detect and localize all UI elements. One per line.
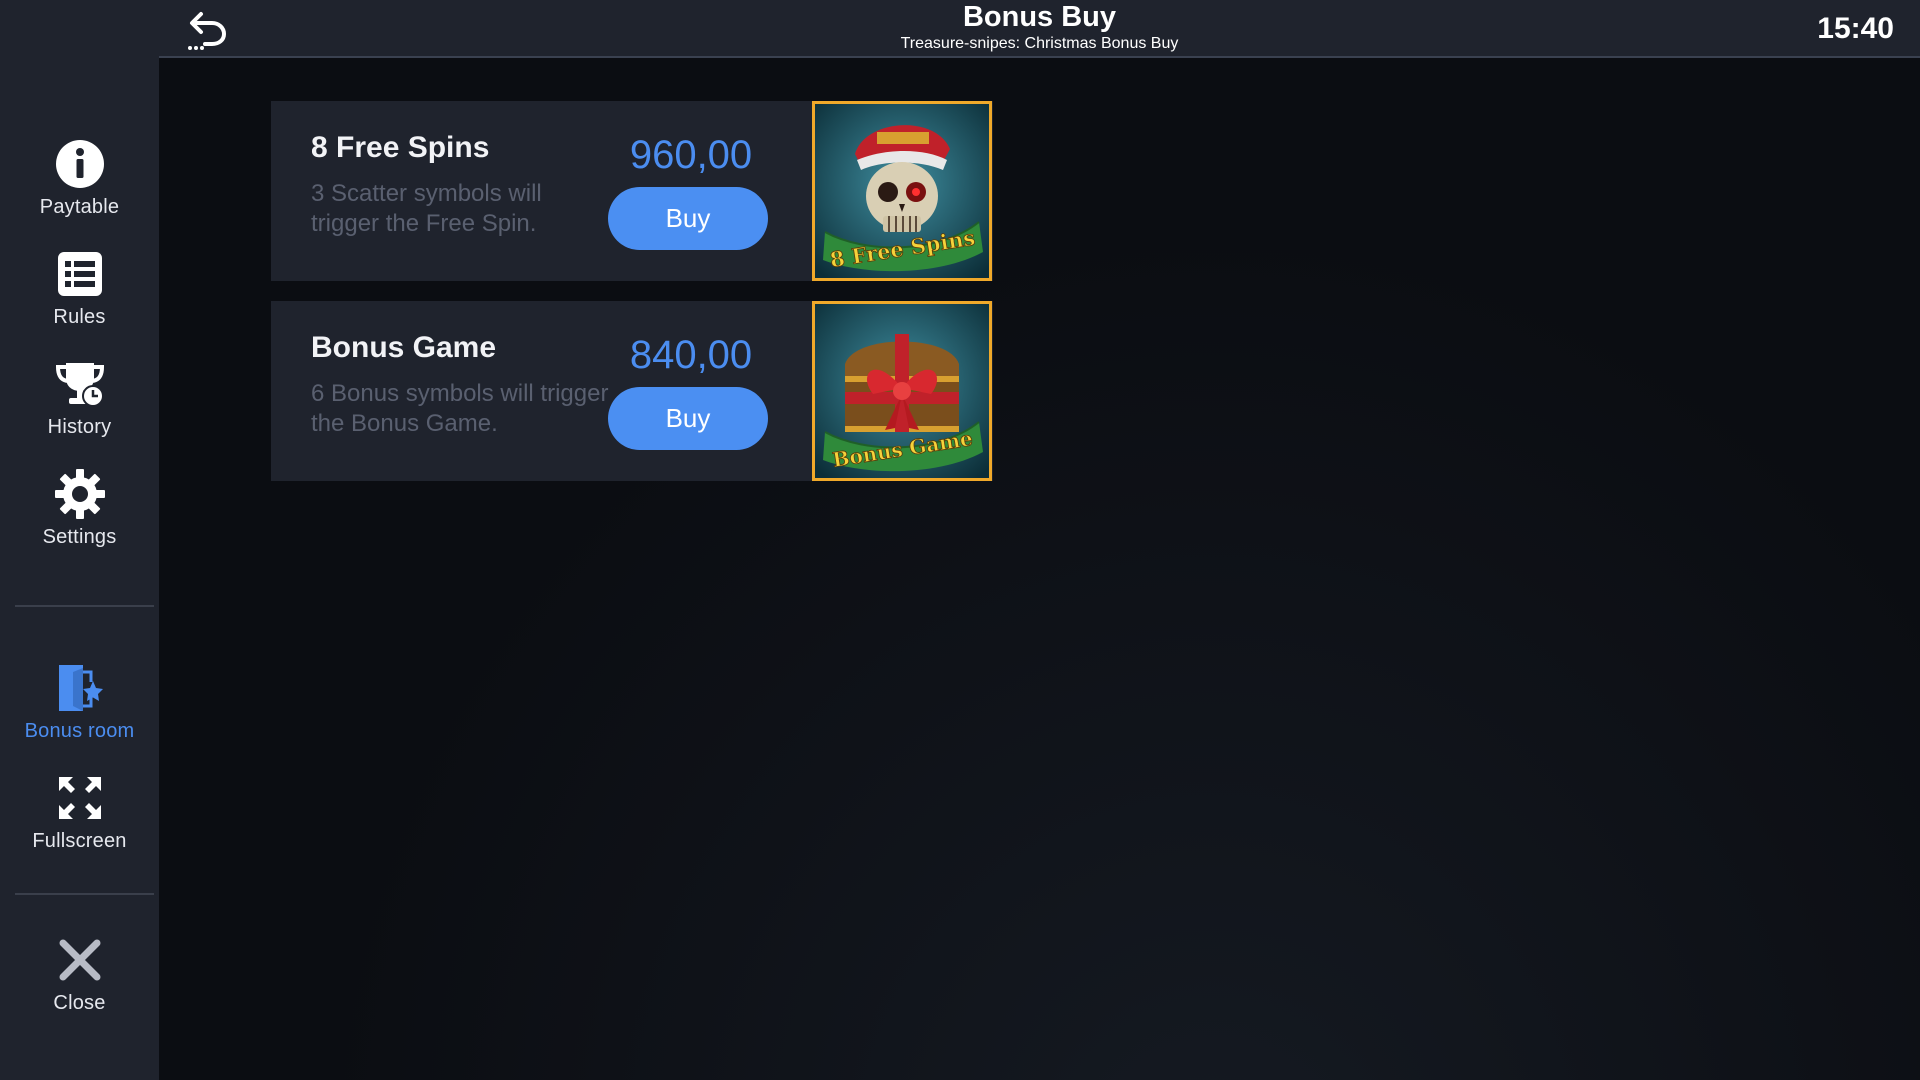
sidebar-item-label: Bonus room [24,719,135,742]
offer-card-free-spins: 8 Free Spins 3 Scatter symbols will trig… [271,101,993,281]
page-title: Bonus Buy [962,1,1117,33]
list-icon [54,248,106,300]
sidebar-item-label: Close [53,991,106,1014]
offer-description: 3 Scatter symbols will trigger the Free … [311,180,542,237]
sidebar-item-close[interactable]: Close [0,922,159,1026]
close-icon [54,934,106,986]
offer-card-bonus-game: Bonus Game 6 Bonus symbols will trigger … [271,301,993,481]
offer-title: 8 Free Spins [311,131,490,164]
sidebar-item-label: Rules [53,305,106,328]
skull-pirate-image: 8 Free Spins [815,104,989,278]
sidebar-divider [15,605,154,607]
free-spins-artwork[interactable]: 8 Free Spins [812,101,992,281]
offer-title: Bonus Game [311,331,497,364]
sidebar-item-bonus-room[interactable]: Bonus room [0,650,159,754]
clock: 15:40 [1817,12,1894,45]
offer-price: 840,00 [629,333,753,377]
sidebar-item-settings[interactable]: Settings [0,456,159,560]
sidebar-item-paytable[interactable]: Paytable [0,126,159,230]
sidebar-item-label: Fullscreen [32,829,127,852]
door-star-icon [54,662,106,714]
fullscreen-icon [54,772,106,824]
bonus-buy-screen: Paytable Rules History Settings Bonus ro… [0,0,1920,1080]
sidebar-item-label: Paytable [39,195,120,218]
sidebar-item-fullscreen[interactable]: Fullscreen [0,760,159,864]
offer-description: 6 Bonus symbols will trigger the Bonus G… [311,380,609,437]
main-content: 8 Free Spins 3 Scatter symbols will trig… [159,60,1920,1080]
trophy-clock-icon [54,358,106,410]
sidebar-item-label: Settings [42,525,117,548]
offer-price: 960,00 [629,133,753,177]
sidebar-divider [15,893,154,895]
sidebar-item-label: History [47,415,112,438]
bonus-game-artwork[interactable]: Bonus Game [812,301,992,481]
header: Bonus Buy Treasure-snipes: Christmas Bon… [159,0,1920,58]
treasure-chest-image: Bonus Game [815,304,989,478]
info-icon [54,138,106,190]
sidebar: Paytable Rules History Settings Bonus ro… [0,0,159,1080]
sidebar-item-rules[interactable]: Rules [0,236,159,340]
sidebar-item-history[interactable]: History [0,346,159,450]
header-title-group: Bonus Buy Treasure-snipes: Christmas Bon… [159,2,1920,54]
gear-icon [54,468,106,520]
page-subtitle: Treasure-snipes: Christmas Bonus Buy [900,35,1179,52]
buy-button[interactable]: Buy [608,187,768,250]
buy-button[interactable]: Buy [608,387,768,450]
